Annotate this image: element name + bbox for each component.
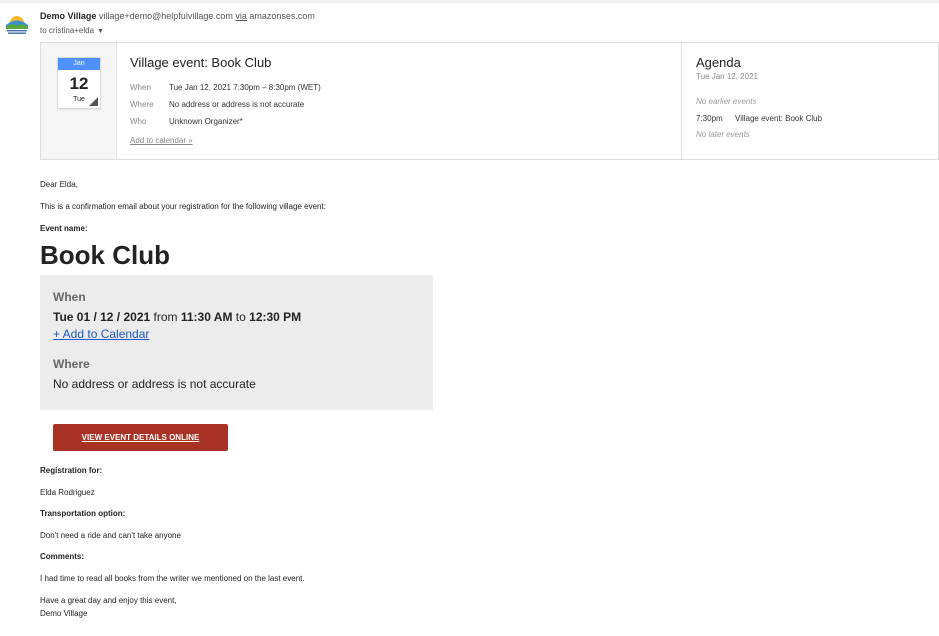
add-to-calendar-body-link[interactable]: + Add to Calendar	[53, 327, 149, 341]
recipient-line[interactable]: to cristina+elda ▼	[40, 26, 104, 35]
start-time: 11:30 AM	[180, 310, 233, 324]
agenda-no-later: No later events	[696, 130, 750, 139]
calendar-invite-card: Jan 12 Tue Village event: Book Club When…	[40, 42, 939, 160]
comments-value: I had time to read all books from the wr…	[40, 574, 305, 583]
agenda-panel: Agenda Tue Jan 12, 2021 No earlier event…	[681, 43, 939, 159]
closing-line: Have a great day and enjoy this event,	[40, 596, 177, 605]
invite-title: Village event: Book Club	[130, 55, 272, 70]
page-fold-icon	[89, 97, 98, 106]
when-label: When	[130, 83, 151, 92]
agenda-item-time: 7:30pm	[696, 114, 723, 123]
invite-when-row: When Tue Jan 12, 2021 7:30pm – 8:30pm (W…	[130, 79, 670, 96]
who-label: Who	[130, 117, 147, 126]
intro-text: This is a confirmation email about your …	[40, 202, 326, 211]
add-to-calendar-link[interactable]: Add to calendar »	[130, 136, 193, 145]
sender-email: village+demo@helpfulvillage.com	[98, 11, 233, 21]
event-name-label: Event name:	[40, 224, 88, 233]
when-value: Tue Jan 12, 2021 7:30pm – 8:30pm (WET)	[169, 83, 321, 92]
invite-who-row: Who Unknown Organizer*	[130, 113, 670, 130]
greeting: Dear Elda,	[40, 180, 78, 189]
signature: Demo Village	[40, 609, 88, 618]
calendar-date-icon: Jan 12 Tue	[57, 57, 101, 109]
event-datetime: Tue 01 / 12 / 2021 from 11:30 AM to 12:3…	[53, 310, 420, 324]
agenda-date: Tue Jan 12, 2021	[696, 72, 758, 81]
from-word: from	[153, 310, 178, 324]
registration-label: Registration for:	[40, 466, 103, 475]
calendar-icon-column: Jan 12 Tue	[41, 43, 117, 159]
calendar-day: 12	[69, 74, 89, 93]
agenda-title: Agenda	[696, 55, 741, 70]
transport-label: Transportation option:	[40, 509, 126, 518]
top-divider	[0, 0, 939, 3]
agenda-item-title: Village event: Book Club	[735, 114, 823, 123]
invite-details: Village event: Book Club When Tue Jan 12…	[130, 55, 670, 148]
when-header: When	[53, 290, 86, 304]
to-word: to	[235, 310, 246, 324]
registration-value: Elda Rodriguez	[40, 488, 95, 497]
where-body-value: No address or address is not accurate	[53, 377, 256, 391]
chevron-down-icon[interactable]: ▼	[97, 28, 104, 35]
event-title: Book Club	[40, 240, 170, 270]
sender-line: Demo Village village+demo@helpfulvillage…	[40, 11, 315, 21]
village-logo-icon[interactable]	[4, 12, 30, 36]
end-time: 12:30 PM	[249, 310, 302, 324]
via-link[interactable]: via	[235, 11, 247, 21]
transport-value: Don't need a ride and can't take anyone	[40, 531, 181, 540]
comments-label: Comments:	[40, 552, 85, 561]
sender-name[interactable]: Demo Village	[40, 11, 96, 21]
agenda-item[interactable]: 7:30pm Village event: Book Club	[696, 114, 939, 123]
where-label: Where	[130, 100, 154, 109]
calendar-month: Jan	[58, 58, 100, 70]
event-summary-box: When Tue 01 / 12 / 2021 from 11:30 AM to…	[40, 275, 433, 410]
view-event-details-button[interactable]: VIEW EVENT DETAILS ONLINE	[53, 424, 228, 451]
where-header: Where	[53, 357, 90, 371]
agenda-no-earlier: No earlier events	[696, 97, 757, 106]
invite-where-row: Where No address or address is not accur…	[130, 96, 670, 113]
event-date: Tue 01 / 12 / 2021	[53, 310, 151, 324]
who-value: Unknown Organizer*	[169, 117, 243, 126]
where-value: No address or address is not accurate	[169, 100, 305, 109]
recipient-text: to cristina+elda	[40, 26, 95, 35]
via-domain: amazonses.com	[249, 11, 315, 21]
